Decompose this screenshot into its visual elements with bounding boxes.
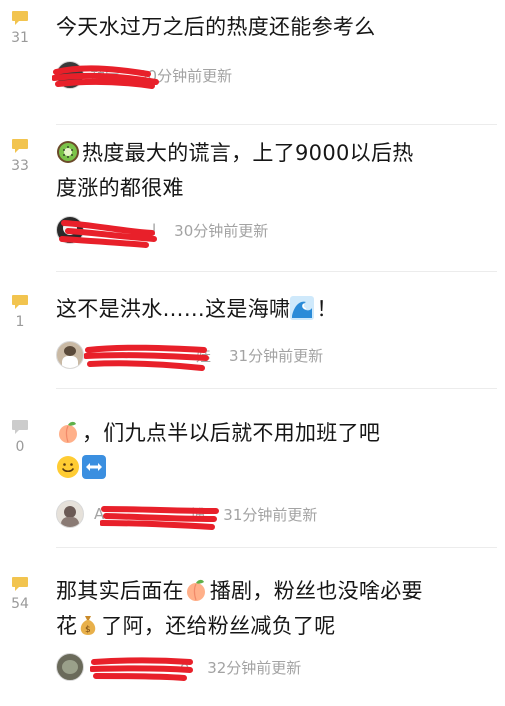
reply-count-badge: 0 [7,419,33,455]
reply-count: 1 [15,314,25,330]
thread-item[interactable]: 54 那其实后面在 播剧，粉丝也没啥必要 花 $ 了阿，还给粉丝减负了呢 o 3… [0,548,505,706]
thread-feed: 31 今天水过万之后的热度还能参考么 劫宝 30分钟前更新 33 热度最大的谎言… [0,0,505,706]
comment-icon [12,420,28,434]
user-avatar[interactable] [56,61,84,89]
peach-emoji-icon [59,421,77,443]
thread-meta: 劫宝 30分钟前更新 [52,60,233,90]
thread-title[interactable]: 热度最大的谎言，上了9000以后热 度涨的都很难 [56,136,496,206]
user-avatar[interactable] [56,500,84,528]
reply-count: 54 [11,596,29,612]
money-bag-emoji-icon: $ [81,616,96,635]
thread-meta: o 32分钟前更新 [56,652,301,682]
left-right-arrow-emoji-icon [82,455,106,479]
thread-item[interactable]: 33 热度最大的谎言，上了9000以后热 度涨的都很难 l 30分钟前更新 [0,125,505,271]
comment-icon [12,11,28,25]
thread-meta: l 30分钟前更新 [56,215,269,248]
wave-emoji-icon [290,296,315,320]
thread-item[interactable]: 1 这不是洪水……这是海啸 ！ 娃 31分钟前更新 [0,272,505,388]
reply-count-badge: 31 [7,10,33,46]
update-time: 32分钟前更新 [207,658,302,677]
reply-count: 0 [15,439,25,455]
update-time: 31分钟前更新 [223,505,318,524]
username[interactable]: 娃 [196,345,211,366]
reply-count-badge: 1 [7,294,33,330]
user-avatar[interactable] [56,216,84,244]
reply-count-badge: 33 [7,138,33,174]
svg-text:$: $ [85,625,91,635]
username-tail: 博 [190,505,206,524]
reply-count: 31 [11,30,29,46]
smile-emoji-icon [57,456,79,478]
thread-item[interactable]: 0 ，们九点半以后就不用加班了吧 A 博 31分钟前更新 [0,389,505,547]
reply-count-badge: 54 [7,576,33,612]
comment-icon [12,295,28,309]
thread-meta: A 博 31分钟前更新 [56,499,318,530]
redaction-scribble [84,344,209,371]
user-avatar[interactable] [56,653,84,681]
comment-icon [12,577,28,591]
username[interactable]: A [94,505,104,523]
redaction-scribble [90,657,193,681]
thread-item[interactable]: 31 今天水过万之后的热度还能参考么 劫宝 30分钟前更新 [0,0,505,124]
update-time: 31分钟前更新 [229,346,324,365]
thread-title[interactable]: ，们九点半以后就不用加班了吧 [56,416,496,486]
thread-title[interactable]: 这不是洪水……这是海啸 ！ [56,292,496,327]
update-time: 30分钟前更新 [174,221,269,240]
user-avatar[interactable] [56,341,84,369]
thread-meta: 娃 31分钟前更新 [56,340,324,371]
peach-emoji-icon [186,579,205,601]
username[interactable]: 劫宝 [90,65,120,86]
reply-count: 33 [11,158,29,174]
thread-title[interactable]: 今天水过万之后的热度还能参考么 [56,10,496,45]
thread-title[interactable]: 那其实后面在 播剧，粉丝也没啥必要 花 $ 了阿，还给粉丝减负了呢 [56,574,496,644]
username[interactable]: o [180,658,189,676]
comment-icon [12,139,28,153]
update-time: 30分钟前更新 [138,66,233,85]
username[interactable]: l [152,221,156,239]
kiwi-emoji-icon [57,141,79,163]
